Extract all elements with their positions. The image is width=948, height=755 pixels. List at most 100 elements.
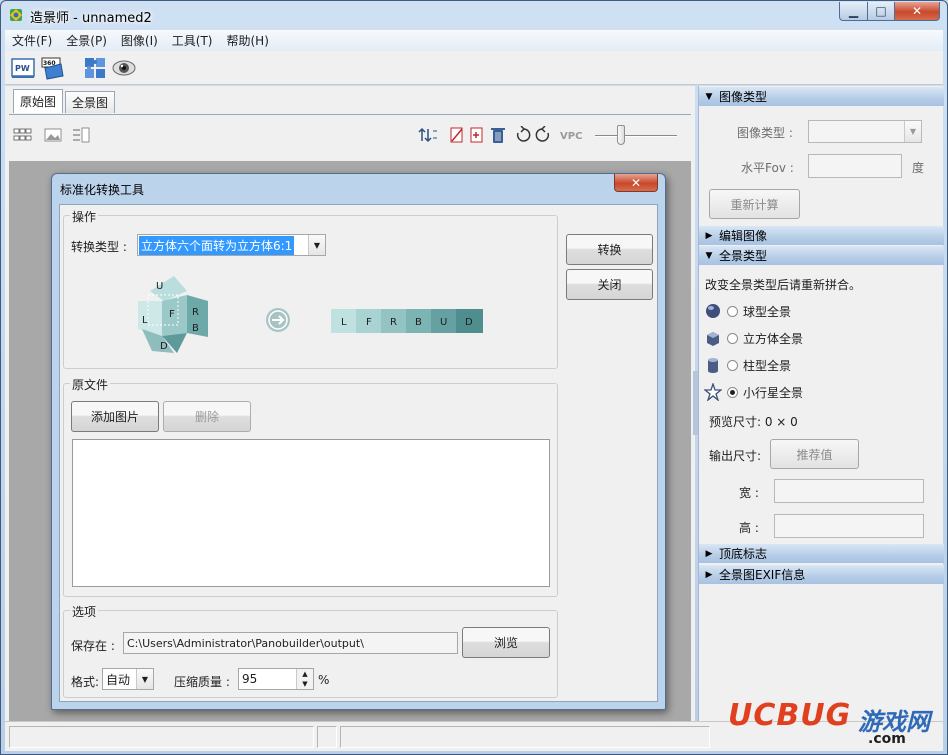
svg-text:PW: PW xyxy=(15,64,30,73)
minimize-button[interactable]: ▁ xyxy=(839,2,868,21)
quality-stepper[interactable]: 95 ▲ ▼ xyxy=(238,668,314,690)
360-icon[interactable]: 360 xyxy=(41,56,65,80)
menu-image[interactable]: 图像(I) xyxy=(114,32,165,49)
height-label: 高 : xyxy=(739,521,759,535)
maximize-button[interactable]: □ xyxy=(867,2,895,21)
property-panel: ▼ 图像类型 图像类型 : ▼ 水平Fov : 度 重新计算 ▶ 编辑图像 ▼ … xyxy=(698,86,944,721)
rotate-left-icon[interactable] xyxy=(513,126,533,144)
collapse-arrow-icon: ▶ xyxy=(705,230,713,241)
close-window-button[interactable]: ✕ xyxy=(894,2,940,21)
zoom-slider-thumb[interactable] xyxy=(617,125,625,145)
radio-circle[interactable] xyxy=(727,305,738,317)
radio-spherical[interactable]: 球型全景 xyxy=(704,301,791,321)
image-type-select[interactable]: ▼ xyxy=(808,120,922,143)
chevron-down-icon: ▼ xyxy=(136,669,153,689)
recalculate-button[interactable]: 重新计算 xyxy=(709,189,800,219)
chevron-down-icon: ▼ xyxy=(308,235,325,255)
collapse-arrow-icon: ▶ xyxy=(705,548,713,559)
radio-little-planet[interactable]: 小行星全景 xyxy=(704,382,803,402)
section-pano-type[interactable]: ▼ 全景类型 xyxy=(699,246,944,265)
cube-face-label: L xyxy=(142,315,148,326)
radio-cylinder[interactable]: 柱型全景 xyxy=(704,355,791,375)
hfov-unit: 度 xyxy=(912,161,925,175)
strip-face-label: F xyxy=(366,317,372,328)
status-pane xyxy=(317,726,337,748)
view-toolbar: VPC xyxy=(5,116,695,156)
tab-source-images[interactable]: 原始图 xyxy=(13,89,64,113)
save-path-input[interactable]: C:\Users\Administrator\Panobuilder\outpu… xyxy=(123,632,458,654)
output-size-label: 输出尺寸: xyxy=(709,449,762,463)
strip-face-label: D xyxy=(465,317,473,328)
grid-view-icon[interactable] xyxy=(13,126,33,144)
cube-faces-diagram: U L F R B D xyxy=(138,276,208,353)
percent-label: % xyxy=(318,673,330,687)
source-file-list[interactable] xyxy=(72,439,550,587)
cylinder-icon xyxy=(708,358,718,373)
cube-face-label: U xyxy=(156,281,163,292)
menu-file[interactable]: 文件(F) xyxy=(5,32,59,49)
spinner-arrows-icon[interactable]: ▲ ▼ xyxy=(296,669,313,689)
format-label: 格式: xyxy=(71,675,100,689)
section-edit-image[interactable]: ▶ 编辑图像 xyxy=(699,226,944,245)
dialog-title: 标准化转换工具 xyxy=(60,183,145,197)
options-group-title: 选项 xyxy=(70,603,99,620)
status-pane xyxy=(9,726,314,748)
main-toolbar: PW 360 xyxy=(5,51,943,85)
star-icon xyxy=(704,383,722,401)
window-title: 造景师 - unnamed2 xyxy=(30,11,152,26)
watermark-logo: UCBUG 游戏网 .com xyxy=(728,698,943,753)
pw-icon[interactable]: PW xyxy=(11,56,35,80)
convert-type-select[interactable]: 立方体六个面转为立方体6:1 ▼ xyxy=(137,234,326,256)
add-image-button[interactable]: 添加图片 xyxy=(71,401,159,432)
recommend-button[interactable]: 推荐值 xyxy=(770,439,859,469)
dialog-close-icon[interactable]: ✕ xyxy=(614,174,658,192)
width-input[interactable] xyxy=(774,479,924,503)
eye-icon[interactable] xyxy=(112,56,136,80)
format-select[interactable]: 自动 ▼ xyxy=(102,668,154,690)
menu-bar: 文件(F) 全景(P) 图像(I) 工具(T) 帮助(H) xyxy=(5,30,943,51)
cube-face-label: B xyxy=(192,323,199,334)
source-files-group: 原文件 添加图片 删除 xyxy=(63,376,558,597)
section-image-type[interactable]: ▼ 图像类型 xyxy=(699,87,944,106)
close-button[interactable]: 关闭 xyxy=(566,269,653,300)
operation-group: 操作 转换类型 : 立方体六个面转为立方体6:1 ▼ U L F R B D L… xyxy=(63,208,558,369)
menu-tools[interactable]: 工具(T) xyxy=(165,32,220,49)
collapse-arrow-icon: ▶ xyxy=(705,569,713,580)
puzzle-icon[interactable] xyxy=(83,56,107,80)
options-group: 选项 保存在 : C:\Users\Administrator\Panobuil… xyxy=(63,603,558,698)
menu-help[interactable]: 帮助(H) xyxy=(220,32,276,49)
section-exif[interactable]: ▶ 全景图EXIF信息 xyxy=(699,565,944,584)
hfov-input[interactable] xyxy=(808,154,902,178)
sort-icon[interactable] xyxy=(418,126,438,144)
chevron-down-icon: ▼ xyxy=(904,121,921,142)
width-label: 宽 : xyxy=(739,486,759,500)
radio-circle[interactable] xyxy=(727,386,738,398)
app-icon xyxy=(10,9,22,21)
menu-panorama[interactable]: 全景(P) xyxy=(59,32,114,49)
convert-button[interactable]: 转换 xyxy=(566,234,653,265)
section-nadir-logo[interactable]: ▶ 顶底标志 xyxy=(699,544,944,563)
rotate-right-icon[interactable] xyxy=(533,126,553,144)
expand-arrow-icon: ▼ xyxy=(705,91,713,102)
radio-circle[interactable] xyxy=(727,332,738,344)
pano-type-note: 改变全景类型后请重新拼合。 xyxy=(705,278,862,292)
tab-panorama[interactable]: 全景图 xyxy=(65,91,116,113)
browse-button[interactable]: 浏览 xyxy=(462,627,550,658)
radio-cube[interactable]: 立方体全景 xyxy=(704,328,803,348)
detail-view-icon[interactable] xyxy=(71,126,91,144)
strip-face-label: U xyxy=(440,317,447,328)
tab-divider xyxy=(9,114,691,115)
strip-face-label: L xyxy=(341,317,347,328)
trash-icon[interactable] xyxy=(488,126,508,144)
remove-image-icon[interactable] xyxy=(447,126,467,144)
delete-button[interactable]: 删除 xyxy=(163,401,251,432)
strip-face-label: B xyxy=(415,317,422,328)
zoom-slider-track[interactable] xyxy=(595,135,677,137)
title-bar[interactable]: 造景师 - unnamed2 ▁ □ ✕ xyxy=(1,1,947,29)
add-image-icon[interactable] xyxy=(467,126,487,144)
height-input[interactable] xyxy=(774,514,924,538)
cube-face-label: F xyxy=(169,309,175,320)
radio-circle[interactable] xyxy=(727,359,738,371)
save-to-label: 保存在 : xyxy=(71,639,115,653)
thumbnail-view-icon[interactable] xyxy=(43,126,63,144)
